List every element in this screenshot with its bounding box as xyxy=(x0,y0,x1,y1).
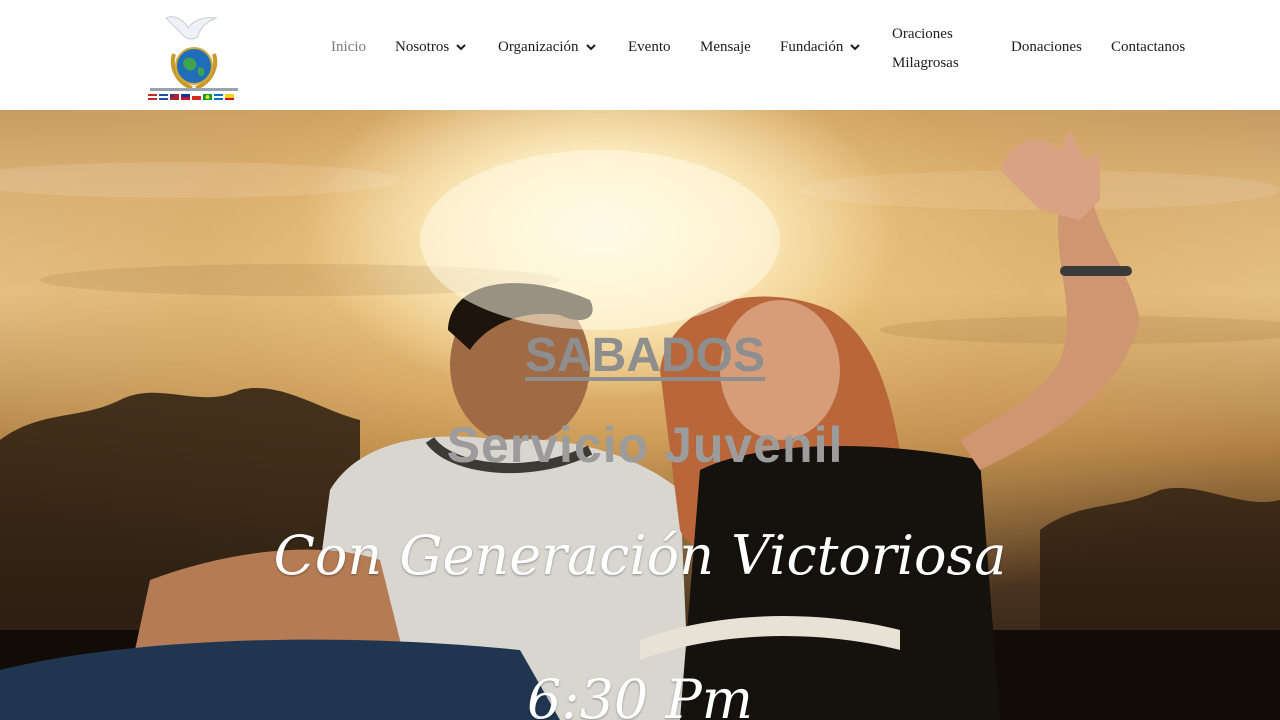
hero-service-title: Servicio Juvenil xyxy=(446,417,844,473)
hero-background-image xyxy=(0,130,1280,720)
main-nav: Inicio Nosotros Organización Evento Mens… xyxy=(0,0,1280,110)
nav-label: Donaciones xyxy=(1011,38,1082,55)
nav-label: Evento xyxy=(628,38,671,55)
nav-label: Contactanos xyxy=(1111,38,1186,55)
hero-group-name: Con Generación Victoriosa xyxy=(273,524,1007,587)
nav-fundacion[interactable]: Fundación xyxy=(780,36,861,58)
nav-mensaje[interactable]: Mensaje xyxy=(700,36,751,58)
chevron-down-icon xyxy=(850,44,861,51)
chevron-down-icon xyxy=(585,44,596,51)
nav-oraciones-milagrosas[interactable]: Oraciones Milagrosas xyxy=(892,20,959,74)
hero-time: 6:30 Pm xyxy=(527,668,753,720)
nav-contactanos[interactable]: Contactanos xyxy=(1111,36,1185,58)
nav-inicio[interactable]: Inicio xyxy=(331,36,366,58)
site-header: Inicio Nosotros Organización Evento Mens… xyxy=(0,0,1280,110)
nav-label: Nosotros xyxy=(395,38,450,55)
nav-nosotros[interactable]: Nosotros xyxy=(395,36,467,58)
hero-banner: SABADOS Servicio Juvenil Con Generación … xyxy=(0,110,1280,720)
nav-label: Fundación xyxy=(780,38,844,55)
nav-donaciones[interactable]: Donaciones xyxy=(1011,36,1082,58)
chevron-down-icon xyxy=(456,44,466,51)
nav-label: Inicio xyxy=(331,38,366,55)
hero-day: SABADOS xyxy=(524,329,766,382)
nav-label: Mensaje xyxy=(700,38,751,55)
nav-label-line2: Milagrosas xyxy=(892,55,959,71)
nav-label: Organización xyxy=(498,38,579,55)
nav-evento[interactable]: Evento xyxy=(628,36,671,58)
nav-label-line1: Oraciones xyxy=(892,26,953,42)
nav-organizacion[interactable]: Organización xyxy=(498,36,597,58)
